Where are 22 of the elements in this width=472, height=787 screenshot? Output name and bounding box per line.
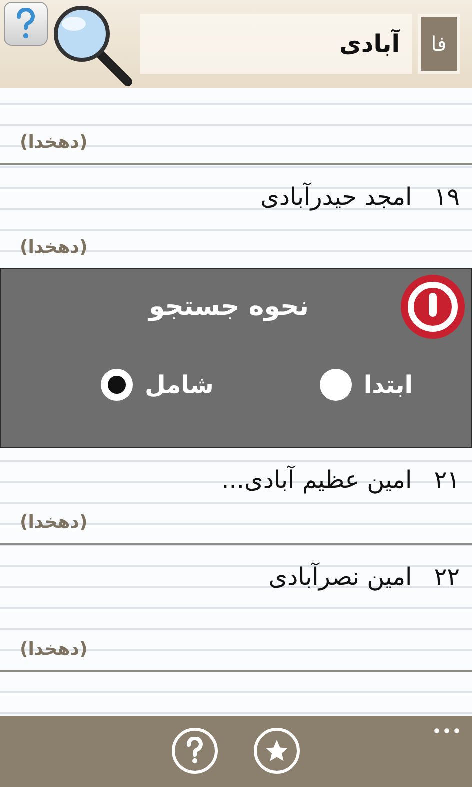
language-button[interactable]: فا xyxy=(418,14,460,74)
entry-source: (دهخدا) xyxy=(20,132,88,153)
dialog-title: نحوه جستجو xyxy=(147,292,310,322)
question-icon xyxy=(186,737,204,765)
radio-option[interactable]: ابتدا xyxy=(320,369,413,401)
entry-source: (دهخدا) xyxy=(20,639,88,660)
entry-title[interactable]: امجد حیدرآبادی xyxy=(260,183,412,211)
entry-number: ۲۱ xyxy=(434,466,460,494)
help-button[interactable] xyxy=(4,2,48,46)
entry-title[interactable]: امین نصرآبادی xyxy=(268,563,412,591)
search-field[interactable]: آبادی xyxy=(140,14,412,74)
radio-option[interactable]: شامل xyxy=(101,369,214,401)
power-icon xyxy=(399,273,467,341)
more-icon[interactable] xyxy=(434,728,460,734)
entry-number: ۲۲ xyxy=(434,563,460,591)
question-mark-icon xyxy=(15,8,37,40)
entry-title[interactable]: امین عظیم آبادی... xyxy=(222,466,412,494)
entry-source: (دهخدا) xyxy=(20,512,88,533)
entry-source: (دهخدا) xyxy=(20,237,88,258)
favorite-button[interactable] xyxy=(254,728,300,774)
star-icon xyxy=(264,738,290,764)
entry-number: ۱۹ xyxy=(434,183,460,211)
